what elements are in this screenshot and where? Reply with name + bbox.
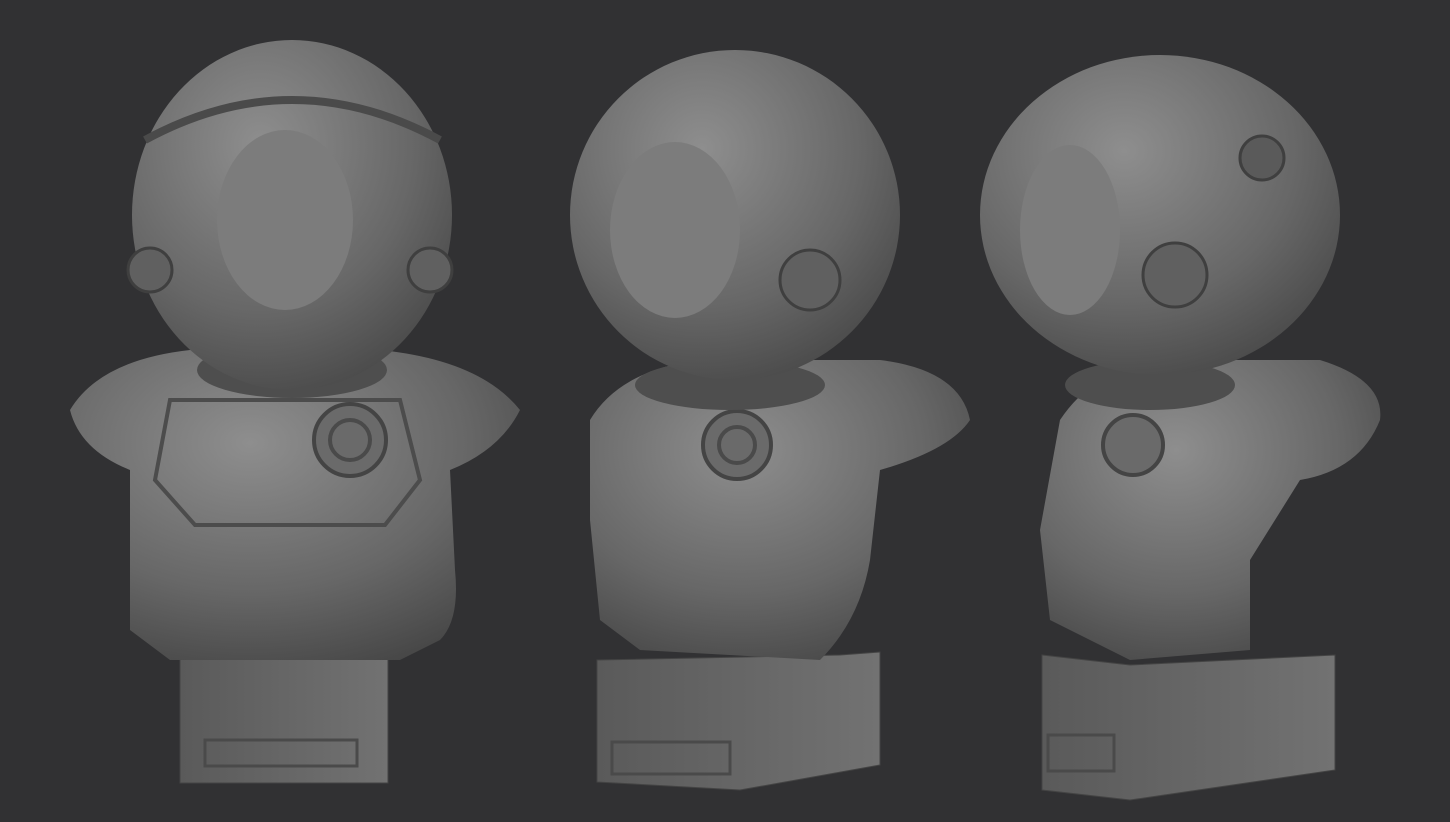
chest-button [701, 409, 773, 481]
ear-dial-left [126, 246, 174, 294]
helmet-vent [1238, 134, 1286, 182]
render-canvas [0, 0, 1450, 822]
ear-dial [1141, 241, 1209, 309]
face [1020, 145, 1120, 315]
chest-button [1101, 413, 1165, 477]
face [610, 142, 740, 318]
ear-dial-right [406, 246, 454, 294]
chest-button [312, 402, 388, 478]
pedestal [596, 651, 881, 791]
ear-dial [778, 248, 842, 312]
face [217, 130, 353, 310]
